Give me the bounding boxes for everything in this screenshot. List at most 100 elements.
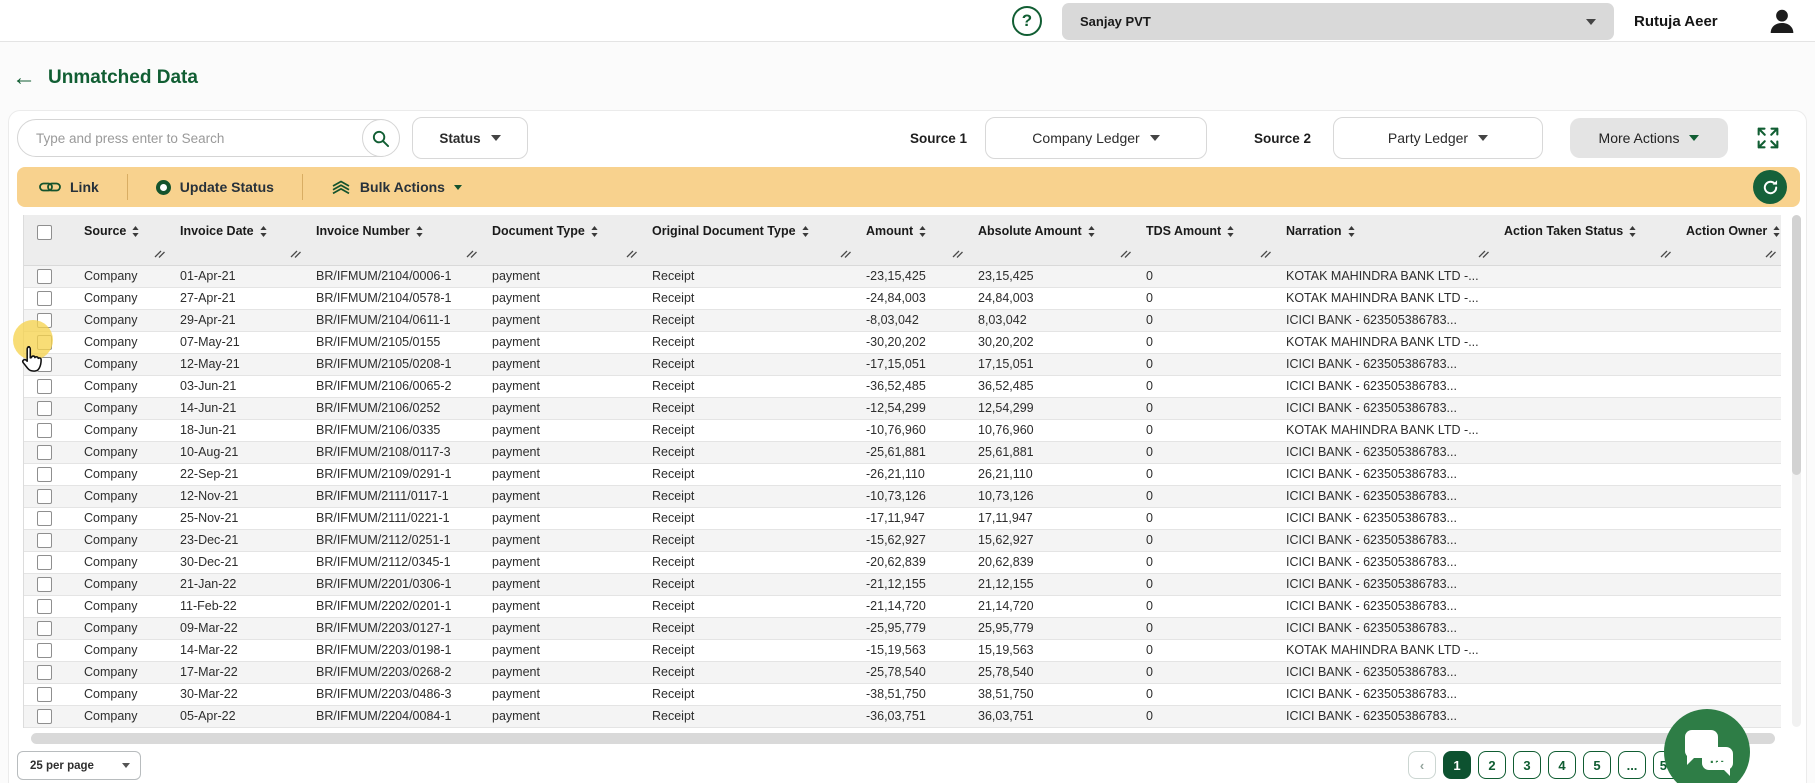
sort-icon[interactable] bbox=[1629, 226, 1636, 237]
table-row[interactable]: Company12-May-21BR/IFMUM/2105/0208-1paym… bbox=[24, 353, 1781, 375]
sort-icon[interactable] bbox=[1227, 226, 1234, 237]
table-row[interactable]: Company27-Apr-21BR/IFMUM/2104/0578-1paym… bbox=[24, 287, 1781, 309]
source2-dropdown[interactable]: Party Ledger bbox=[1333, 117, 1543, 159]
column-header-invoice-number[interactable]: Invoice Number bbox=[306, 215, 482, 265]
table-row[interactable]: Company01-Apr-21BR/IFMUM/2104/0006-1paym… bbox=[24, 265, 1781, 287]
row-checkbox[interactable] bbox=[37, 643, 52, 658]
row-checkbox[interactable] bbox=[37, 401, 52, 416]
row-checkbox[interactable] bbox=[37, 335, 52, 350]
row-checkbox[interactable] bbox=[37, 445, 52, 460]
table-row[interactable]: Company18-Jun-21BR/IFMUM/2106/0335paymen… bbox=[24, 419, 1781, 441]
pagination-page-4[interactable]: 4 bbox=[1548, 751, 1576, 779]
table-row[interactable]: Company10-Aug-21BR/IFMUM/2108/0117-3paym… bbox=[24, 441, 1781, 463]
column-header-source[interactable]: Source bbox=[74, 215, 170, 265]
column-header-absolute-amount[interactable]: Absolute Amount bbox=[968, 215, 1136, 265]
row-checkbox[interactable] bbox=[37, 577, 52, 592]
column-header-narration[interactable]: Narration bbox=[1276, 215, 1494, 265]
column-header-action-owner[interactable]: Action Owner bbox=[1676, 215, 1781, 265]
row-checkbox[interactable] bbox=[37, 423, 52, 438]
fullscreen-expand-icon[interactable] bbox=[1754, 124, 1782, 152]
row-checkbox[interactable] bbox=[37, 599, 52, 614]
table-row[interactable]: Company17-Mar-22BR/IFMUM/2203/0268-2paym… bbox=[24, 661, 1781, 683]
row-checkbox[interactable] bbox=[37, 533, 52, 548]
table-row[interactable]: Company05-Apr-22BR/IFMUM/2204/0084-1paym… bbox=[24, 705, 1781, 727]
search-icon[interactable] bbox=[362, 119, 400, 157]
table-row[interactable]: Company09-Mar-22BR/IFMUM/2203/0127-1paym… bbox=[24, 617, 1781, 639]
row-checkbox[interactable] bbox=[37, 269, 52, 284]
column-header-invoice-date[interactable]: Invoice Date bbox=[170, 215, 306, 265]
row-checkbox[interactable] bbox=[37, 665, 52, 680]
table-row[interactable]: Company07-May-21BR/IFMUM/2105/0155paymen… bbox=[24, 331, 1781, 353]
column-header-document-type[interactable]: Document Type bbox=[482, 215, 642, 265]
column-resize-handle[interactable] bbox=[952, 245, 963, 263]
column-resize-handle[interactable] bbox=[626, 245, 637, 263]
select-all-checkbox[interactable] bbox=[37, 225, 52, 240]
back-arrow-icon[interactable]: ← bbox=[12, 66, 36, 90]
column-header-amount[interactable]: Amount bbox=[856, 215, 968, 265]
row-checkbox[interactable] bbox=[37, 467, 52, 482]
row-checkbox[interactable] bbox=[37, 313, 52, 328]
update-status-button[interactable]: Update Status bbox=[150, 179, 280, 195]
table-row[interactable]: Company30-Dec-21BR/IFMUM/2112/0345-1paym… bbox=[24, 551, 1781, 573]
status-filter-dropdown[interactable]: Status bbox=[412, 117, 528, 159]
sort-icon[interactable] bbox=[1088, 226, 1095, 237]
table-row[interactable]: Company11-Feb-22BR/IFMUM/2202/0201-1paym… bbox=[24, 595, 1781, 617]
column-resize-handle[interactable] bbox=[290, 245, 301, 263]
refresh-button[interactable] bbox=[1753, 170, 1787, 204]
table-row[interactable]: Company14-Mar-22BR/IFMUM/2203/0198-1paym… bbox=[24, 639, 1781, 661]
table-row[interactable]: Company23-Dec-21BR/IFMUM/2112/0251-1paym… bbox=[24, 529, 1781, 551]
pagination-page-2[interactable]: 2 bbox=[1478, 751, 1506, 779]
company-selector-dropdown[interactable]: Sanjay PVT bbox=[1062, 3, 1614, 40]
sort-icon[interactable] bbox=[1773, 226, 1780, 237]
user-avatar-icon[interactable] bbox=[1766, 5, 1798, 37]
column-header-tds-amount[interactable]: TDS Amount bbox=[1136, 215, 1276, 265]
source1-dropdown[interactable]: Company Ledger bbox=[985, 117, 1207, 159]
help-icon[interactable]: ? bbox=[1012, 6, 1042, 36]
column-resize-handle[interactable] bbox=[154, 245, 165, 263]
column-header-action-taken-status[interactable]: Action Taken Status bbox=[1494, 215, 1676, 265]
row-checkbox[interactable] bbox=[37, 291, 52, 306]
table-row[interactable]: Company25-Nov-21BR/IFMUM/2111/0221-1paym… bbox=[24, 507, 1781, 529]
row-checkbox[interactable] bbox=[37, 511, 52, 526]
link-button[interactable]: Link bbox=[33, 179, 105, 195]
table-row[interactable]: Company03-Jun-21BR/IFMUM/2106/0065-2paym… bbox=[24, 375, 1781, 397]
column-resize-handle[interactable] bbox=[1765, 245, 1776, 263]
horizontal-scrollbar[interactable] bbox=[31, 733, 1775, 744]
row-checkbox[interactable] bbox=[37, 357, 52, 372]
vertical-scrollbar-thumb[interactable] bbox=[1792, 215, 1801, 475]
row-checkbox[interactable] bbox=[37, 621, 52, 636]
sort-icon[interactable] bbox=[132, 226, 139, 237]
pagination-page-1[interactable]: 1 bbox=[1443, 751, 1471, 779]
sort-icon[interactable] bbox=[416, 226, 423, 237]
column-resize-handle[interactable] bbox=[1260, 245, 1271, 263]
pagination-page-[interactable]: ... bbox=[1618, 751, 1646, 779]
table-row[interactable]: Company30-Mar-22BR/IFMUM/2203/0486-3paym… bbox=[24, 683, 1781, 705]
more-actions-button[interactable]: More Actions bbox=[1570, 118, 1728, 158]
pagination-page-5[interactable]: 5 bbox=[1583, 751, 1611, 779]
bulk-actions-button[interactable]: Bulk Actions bbox=[325, 179, 468, 195]
sort-icon[interactable] bbox=[260, 226, 267, 237]
sort-icon[interactable] bbox=[591, 226, 598, 237]
table-row[interactable]: Company12-Nov-21BR/IFMUM/2111/0117-1paym… bbox=[24, 485, 1781, 507]
table-row[interactable]: Company21-Jan-22BR/IFMUM/2201/0306-1paym… bbox=[24, 573, 1781, 595]
sort-icon[interactable] bbox=[1348, 226, 1355, 237]
column-header-original-document-type[interactable]: Original Document Type bbox=[642, 215, 856, 265]
column-resize-handle[interactable] bbox=[1120, 245, 1131, 263]
row-checkbox[interactable] bbox=[37, 489, 52, 504]
table-row[interactable]: Company29-Apr-21BR/IFMUM/2104/0611-1paym… bbox=[24, 309, 1781, 331]
table-row[interactable]: Company22-Sep-21BR/IFMUM/2109/0291-1paym… bbox=[24, 463, 1781, 485]
column-resize-handle[interactable] bbox=[1660, 245, 1671, 263]
vertical-scrollbar[interactable] bbox=[1792, 215, 1801, 727]
row-checkbox[interactable] bbox=[37, 555, 52, 570]
pagination-page-3[interactable]: 3 bbox=[1513, 751, 1541, 779]
table-row[interactable]: Company14-Jun-21BR/IFMUM/2106/0252paymen… bbox=[24, 397, 1781, 419]
column-resize-handle[interactable] bbox=[466, 245, 477, 263]
pagination-prev-button[interactable]: ‹ bbox=[1408, 751, 1436, 779]
sort-icon[interactable] bbox=[802, 226, 809, 237]
column-resize-handle[interactable] bbox=[1478, 245, 1489, 263]
per-page-dropdown[interactable]: 25 per page bbox=[17, 751, 141, 780]
sort-icon[interactable] bbox=[919, 226, 926, 237]
search-input[interactable] bbox=[18, 131, 363, 146]
row-checkbox[interactable] bbox=[37, 379, 52, 394]
column-resize-handle[interactable] bbox=[840, 245, 851, 263]
